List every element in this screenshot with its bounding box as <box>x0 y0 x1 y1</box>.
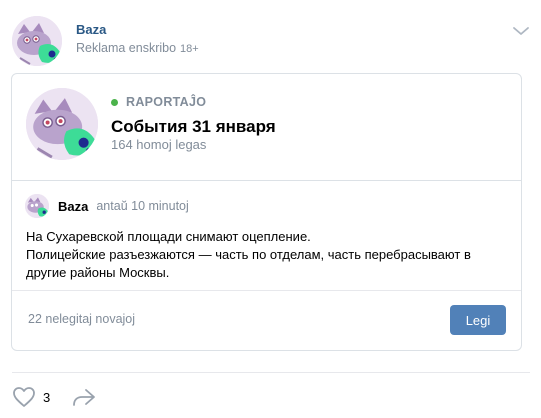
live-label: RAPORTAĴO <box>126 95 207 109</box>
inner-post-text: На Сухаревской площади снимают оцепление… <box>26 229 471 280</box>
inner-author-name[interactable]: Baza <box>58 199 88 214</box>
live-report-card[interactable]: RAPORTAĴO События 31 января 164 homoj le… <box>11 73 522 351</box>
cat-avatar-icon <box>26 88 98 160</box>
event-avatar <box>26 88 98 160</box>
event-title[interactable]: События 31 января <box>111 117 276 137</box>
cat-avatar-icon <box>12 16 62 66</box>
age-badge: 18+ <box>180 43 199 55</box>
unread-count: 22 nelegitaj novajoj <box>28 312 136 326</box>
live-indicator: RAPORTAĴO <box>111 95 206 109</box>
post-actions: 3 <box>12 386 96 408</box>
card-header: RAPORTAĴO События 31 января 164 homoj le… <box>12 74 521 179</box>
share-arrow-icon <box>73 389 96 406</box>
inner-avatar[interactable] <box>25 194 49 218</box>
chevron-down-icon[interactable] <box>512 25 530 37</box>
author-name[interactable]: Baza <box>76 22 106 37</box>
viewer-count: 164 homoj legas <box>111 137 207 152</box>
ad-label: Reklama enskribo <box>76 41 177 55</box>
like-button[interactable]: 3 <box>12 386 50 408</box>
inner-post-header: Baza antaŭ 10 minutoj <box>25 193 189 219</box>
heart-icon <box>13 387 35 407</box>
inner-post-time[interactable]: antaŭ 10 minutoj <box>96 199 188 213</box>
avatar[interactable] <box>12 16 62 66</box>
card-footer: 22 nelegitaj novajoj Legi <box>12 290 521 352</box>
read-button[interactable]: Legi <box>450 305 506 335</box>
cat-avatar-icon <box>25 194 49 218</box>
live-dot-icon <box>111 98 118 106</box>
post-subtitle: Reklama enskribo 18+ <box>76 41 199 55</box>
share-button[interactable] <box>72 387 96 407</box>
post-header: Baza Reklama enskribo 18+ <box>12 12 532 66</box>
divider <box>12 372 530 373</box>
like-count: 3 <box>43 389 51 405</box>
